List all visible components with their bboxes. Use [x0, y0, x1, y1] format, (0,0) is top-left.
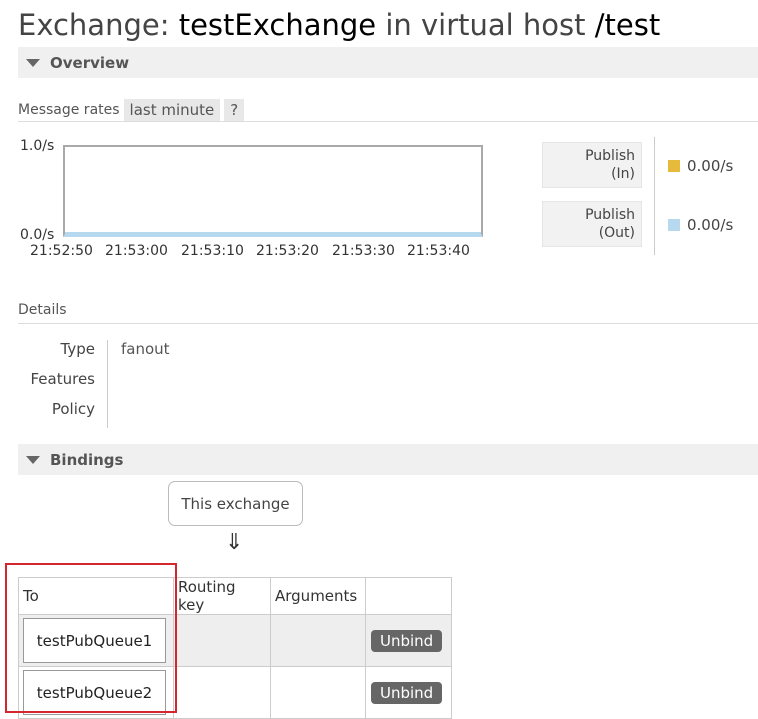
y-tick-label: 0.0/s: [20, 227, 55, 243]
y-tick-label: 1.0/s: [20, 138, 55, 154]
collapse-triangle-icon: [26, 455, 40, 464]
routing-key-cell: [173, 666, 271, 719]
title-middle: in virtual host: [385, 8, 586, 42]
highlight-annotation: [5, 563, 177, 713]
detail-label-policy: Policy: [51, 400, 95, 418]
details-divider: [107, 340, 108, 428]
range-selector[interactable]: last minute: [123, 99, 221, 121]
x-tick-label: 21:53:40: [407, 243, 470, 259]
legend-value: 0.00/s: [687, 216, 734, 234]
legend-value-in: 0.00/s: [668, 157, 733, 175]
overview-section-toggle[interactable]: Overview: [18, 47, 758, 78]
arguments-cell: [270, 666, 366, 719]
unbind-button[interactable]: Unbind: [371, 629, 443, 652]
overview-label: Overview: [50, 53, 130, 72]
legend-label: (Out): [598, 225, 635, 241]
x-tick-label: 21:53:00: [105, 243, 168, 259]
bindings-label: Bindings: [50, 450, 124, 469]
down-arrow-icon: ⇓: [225, 530, 244, 555]
swatch-icon: [668, 219, 680, 231]
legend-label: (In): [611, 166, 635, 182]
title-prefix: Exchange:: [18, 8, 170, 42]
x-tick-label: 21:53:10: [181, 243, 244, 259]
bindings-section-toggle[interactable]: Bindings: [18, 444, 758, 475]
divider: [18, 323, 758, 324]
details-heading: Details: [18, 302, 67, 318]
legend-value-out: 0.00/s: [668, 216, 733, 234]
x-tick-label: 21:53:30: [332, 243, 395, 259]
collapse-triangle-icon: [26, 58, 40, 67]
divider: [18, 121, 758, 122]
rates-chart: [63, 145, 483, 237]
rates-chart-svg: [65, 232, 481, 234]
column-header-actions: [365, 577, 452, 615]
legend-value: 0.00/s: [687, 157, 734, 175]
vhost-name: /test: [594, 8, 661, 42]
column-header-routing-key: Routing key: [173, 577, 271, 615]
column-header-arguments: Arguments: [270, 577, 366, 615]
detail-label-features: Features: [30, 370, 96, 388]
detail-label-type: Type: [60, 340, 95, 358]
routing-key-cell: [173, 614, 271, 667]
message-rates-label: Message rates: [18, 102, 120, 118]
this-exchange-box: This exchange: [168, 481, 303, 526]
swatch-icon: [668, 160, 680, 172]
page-title: Exchange: testExchange in virtual host /…: [18, 8, 660, 42]
unbind-button[interactable]: Unbind: [371, 681, 443, 704]
detail-value-type: fanout: [121, 340, 170, 358]
x-tick-label: 21:52:50: [30, 243, 93, 259]
legend-label: Publish: [585, 148, 635, 164]
action-cell: Unbind: [365, 666, 452, 719]
x-axis-ticks: 21:52:50 21:53:00 21:53:10 21:53:20 21:5…: [30, 243, 500, 261]
legend-publish-in: Publish (In): [542, 142, 642, 188]
legend-divider: [654, 137, 655, 255]
help-button[interactable]: ?: [224, 99, 245, 121]
x-tick-label: 21:53:20: [256, 243, 319, 259]
legend-publish-out: Publish (Out): [542, 201, 642, 247]
arguments-cell: [270, 614, 366, 667]
legend-label: Publish: [585, 207, 635, 223]
action-cell: Unbind: [365, 614, 452, 667]
message-rates-row: Message rates last minute ?: [18, 98, 248, 122]
exchange-name: testExchange: [178, 8, 377, 42]
